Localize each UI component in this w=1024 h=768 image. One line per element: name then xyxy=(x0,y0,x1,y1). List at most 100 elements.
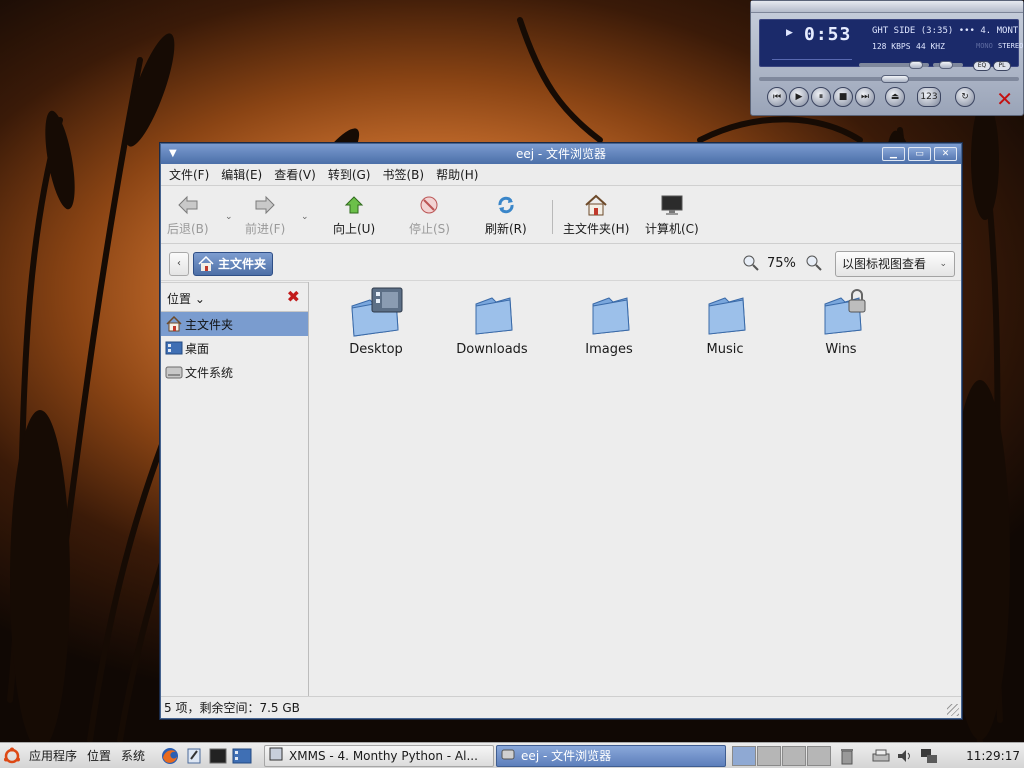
chevron-down-icon: ⌄ xyxy=(939,259,947,269)
sidebar-item-label: 文件系统 xyxy=(185,365,234,380)
sidebar-item-home[interactable]: 主文件夹 xyxy=(161,312,308,336)
workspace-4[interactable] xyxy=(807,745,832,766)
workspace-2[interactable] xyxy=(757,745,782,766)
xmms-display: ▶ 0:53 GHT SIDE (3:35) ••• 4. MONTHY 128… xyxy=(759,19,1023,67)
forward-button[interactable]: 前进(F) xyxy=(245,194,285,237)
breadcrumb-left-arrow-icon[interactable]: ‹ xyxy=(169,252,189,276)
next-icon[interactable]: ⏭ xyxy=(855,87,875,107)
close-button[interactable]: ✕ xyxy=(934,147,957,161)
xmms-bitrate: 128 KBPS xyxy=(872,42,911,51)
xmms-titlebar[interactable] xyxy=(751,1,1023,13)
task-file-browser[interactable]: eej - 文件浏览器 xyxy=(496,744,727,767)
up-button[interactable]: 向上(U) xyxy=(333,194,375,237)
menu-system[interactable]: 系统 xyxy=(116,747,150,764)
eq-toggle[interactable]: EQ xyxy=(973,61,991,71)
menu-view[interactable]: 查看(V) xyxy=(268,164,322,186)
forward-label: 前进(F) xyxy=(245,222,286,236)
zoom-level[interactable]: 75% xyxy=(767,256,796,271)
location-bar: ‹ 主文件夹 75% 以图标视图查看 ⌄ xyxy=(161,244,961,281)
back-label: 后退(B) xyxy=(167,222,209,236)
previous-icon[interactable]: ⏮ xyxy=(767,87,787,107)
menu-file[interactable]: 文件(F) xyxy=(163,164,215,186)
toolbar: 后退(B) ⌄ 前进(F) ⌄ 向上(U) 停止(S) 刷新(R) 主文件夹(H… xyxy=(161,186,961,244)
resize-grip-icon[interactable] xyxy=(947,704,959,716)
breadcrumb-home[interactable]: 主文件夹 xyxy=(193,252,274,276)
folder-wins[interactable]: Wins xyxy=(791,286,891,357)
trash-icon[interactable] xyxy=(835,745,859,767)
pause-icon[interactable]: ⏸ xyxy=(811,87,831,107)
folder-music[interactable]: Music xyxy=(675,286,775,357)
ubuntu-logo-icon[interactable] xyxy=(0,745,24,767)
reload-label: 刷新(R) xyxy=(485,222,527,236)
computer-icon xyxy=(660,194,684,216)
file-label: Music xyxy=(706,342,744,357)
sidebar-item-desktop[interactable]: 桌面 xyxy=(161,336,308,360)
folder-icon xyxy=(592,297,630,335)
menu-places[interactable]: 位置 xyxy=(82,747,116,764)
home-icon xyxy=(584,194,608,216)
zoom-in-icon[interactable] xyxy=(805,254,823,275)
workspace-1[interactable] xyxy=(732,745,757,766)
eject-icon[interactable]: ⏏ xyxy=(885,87,905,107)
sidebar-item-filesystem[interactable]: 文件系统 xyxy=(161,360,308,384)
maximize-button[interactable]: ▭ xyxy=(908,147,931,161)
sidebar-type-select[interactable]: 位置 ⌄ xyxy=(167,290,205,307)
breadcrumb-label: 主文件夹 xyxy=(218,257,267,271)
file-label: Desktop xyxy=(349,342,403,357)
window-titlebar[interactable]: ▼ eej - 文件浏览器 ▁ ▭ ✕ xyxy=(161,144,961,164)
menu-applications[interactable]: 应用程序 xyxy=(24,747,82,764)
menu-help[interactable]: 帮助(H) xyxy=(430,164,484,186)
xmms-player[interactable]: ▶ 0:53 GHT SIDE (3:35) ••• 4. MONTHY 128… xyxy=(750,0,1024,116)
editor-icon[interactable] xyxy=(182,745,206,767)
clock[interactable]: 11:29:17 xyxy=(966,749,1020,763)
show-desktop-icon[interactable] xyxy=(230,745,254,767)
status-text: 5 项，剩余空间：7.5 GB xyxy=(164,701,300,715)
menu-bookmarks[interactable]: 书签(B) xyxy=(376,164,430,186)
folder-images[interactable]: Images xyxy=(559,286,659,357)
sidebar: 位置 ⌄ ✖ 主文件夹 桌面 文件系统 xyxy=(161,282,309,696)
back-button[interactable]: 后退(B) xyxy=(167,194,209,237)
terminal-icon[interactable] xyxy=(206,745,230,767)
back-history-chevron-down-icon[interactable]: ⌄ xyxy=(225,212,233,222)
printer-icon[interactable] xyxy=(869,745,893,767)
balance-knob[interactable] xyxy=(939,61,953,69)
play-icon[interactable]: ▶ xyxy=(789,87,809,107)
harddisk-icon xyxy=(165,363,183,381)
window-menu-icon[interactable]: ▼ xyxy=(169,144,177,164)
stop-icon[interactable]: ■ xyxy=(833,87,853,107)
computer-button[interactable]: 计算机(C) xyxy=(645,194,699,237)
shuffle-icon[interactable]: 123 xyxy=(917,87,941,107)
close-icon[interactable]: ✕ xyxy=(996,87,1013,111)
network-icon[interactable] xyxy=(917,745,941,767)
menu-go[interactable]: 转到(G) xyxy=(322,164,377,186)
back-arrow-icon xyxy=(177,194,199,216)
folder-desktop[interactable]: Desktop xyxy=(326,286,426,357)
play-indicator-icon: ▶ xyxy=(786,28,793,38)
seek-knob[interactable] xyxy=(881,75,909,83)
menu-edit[interactable]: 编辑(E) xyxy=(215,164,268,186)
close-sidebar-icon[interactable]: ✖ xyxy=(287,287,300,306)
firefox-icon[interactable] xyxy=(158,745,182,767)
folder-icon xyxy=(475,297,513,335)
repeat-icon[interactable]: ↻ xyxy=(955,87,975,107)
volume-knob[interactable] xyxy=(909,61,923,69)
stop-label: 停止(S) xyxy=(409,222,450,236)
home-button[interactable]: 主文件夹(H) xyxy=(563,194,629,237)
desktop-icon xyxy=(165,339,183,357)
xmms-visualizer[interactable] xyxy=(772,46,852,60)
volume-icon[interactable] xyxy=(893,745,917,767)
workspace-3[interactable] xyxy=(782,745,807,766)
folder-downloads[interactable]: Downloads xyxy=(442,286,542,357)
bottom-panel: 应用程序 位置 系统 XMMS - 4. Monthy Python - Al.… xyxy=(0,742,1024,768)
task-label: XMMS - 4. Monthy Python - Al... xyxy=(289,748,478,763)
stop-button[interactable]: 停止(S) xyxy=(409,194,450,237)
xmms-time[interactable]: 0:53 xyxy=(804,24,851,45)
playlist-toggle[interactable]: PL xyxy=(993,61,1011,71)
reload-button[interactable]: 刷新(R) xyxy=(485,194,527,237)
task-xmms[interactable]: XMMS - 4. Monthy Python - Al... xyxy=(264,744,495,767)
zoom-out-icon[interactable] xyxy=(742,254,760,275)
xmms-mono: MONO xyxy=(976,42,993,50)
minimize-button[interactable]: ▁ xyxy=(882,147,905,161)
forward-history-chevron-down-icon[interactable]: ⌄ xyxy=(301,212,309,222)
view-mode-select[interactable]: 以图标视图查看 ⌄ xyxy=(835,251,955,277)
